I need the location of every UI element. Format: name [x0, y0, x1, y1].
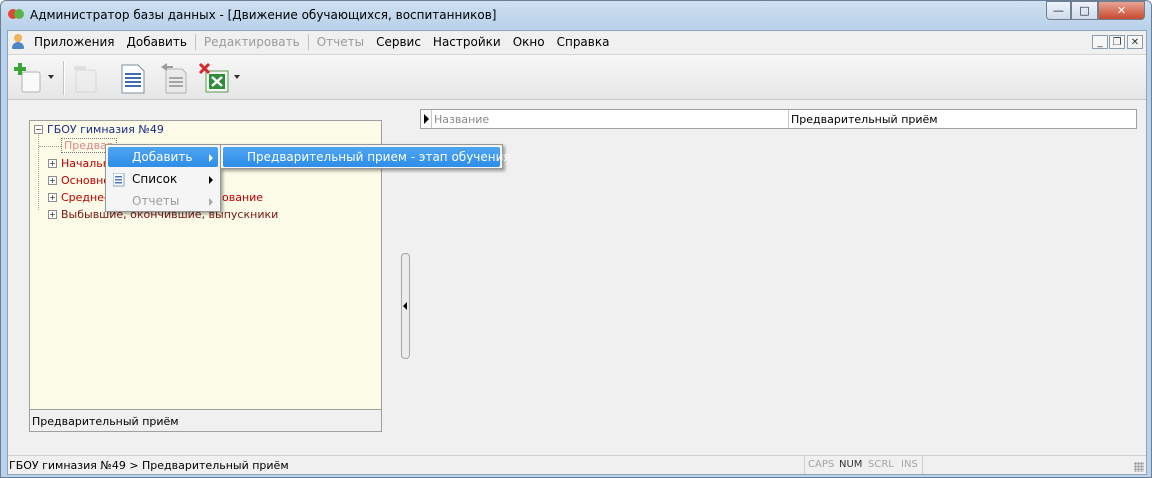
row-indicator — [421, 110, 432, 128]
mdi-restore-button[interactable]: ❐ — [1109, 35, 1125, 49]
menu-service[interactable]: Сервис — [370, 35, 427, 49]
num-indicator: NUM — [839, 459, 863, 470]
client-area: Приложения Добавить Редактировать Отчеты… — [7, 30, 1147, 475]
status-divider — [804, 456, 805, 474]
maximize-button[interactable]: □ — [1071, 1, 1098, 20]
expand-icon[interactable]: + — [48, 193, 57, 202]
property-name-cell: Название — [432, 110, 789, 128]
add-dropdown-arrow[interactable] — [48, 75, 54, 79]
menu-add[interactable]: Добавить — [121, 35, 193, 49]
menu-separator — [194, 34, 196, 50]
toolbar-separator — [63, 61, 64, 95]
ins-indicator: INS — [901, 459, 918, 470]
menu-window[interactable]: Окно — [507, 35, 551, 49]
menu-settings[interactable]: Настройки — [427, 35, 507, 49]
menu-separator — [307, 34, 309, 50]
status-divider — [922, 456, 923, 474]
import-icon — [161, 63, 187, 94]
status-path: ГБОУ гимназия №49 > Предварительный приё… — [9, 459, 289, 472]
expand-icon[interactable]: + — [48, 176, 57, 185]
toolbar — [8, 54, 1146, 100]
context-item-label: Список — [132, 172, 178, 186]
list-icon — [113, 173, 125, 187]
menu-reports[interactable]: Отчеты — [311, 35, 370, 49]
excel-dropdown-arrow[interactable] — [234, 75, 240, 79]
edit-icon — [74, 66, 97, 93]
close-button[interactable]: ✕ — [1098, 1, 1145, 20]
expand-icon[interactable]: + — [48, 210, 57, 219]
property-value-cell[interactable]: Предварительный приём — [789, 110, 1136, 128]
caps-indicator: CAPS — [808, 459, 835, 470]
user-icon — [11, 34, 25, 50]
minimize-button[interactable]: — — [1046, 1, 1071, 20]
submenu-item-preliminary-stage[interactable]: Предварительный прием - этап обучения — [223, 147, 511, 167]
app-window: Администратор базы данных - [Движение об… — [0, 0, 1152, 478]
resize-grip[interactable] — [1134, 462, 1144, 472]
list-icon — [121, 64, 145, 94]
context-item-label: Добавить — [132, 150, 193, 164]
list-button[interactable] — [116, 61, 150, 95]
tree-item-secondary[interactable]: Среднее — [61, 191, 111, 204]
splitter-handle[interactable] — [401, 253, 410, 359]
tree-root[interactable]: ГБОУ гимназия №49 — [47, 123, 164, 136]
expand-icon[interactable]: + — [48, 159, 57, 168]
context-item-add[interactable]: Добавить — [108, 147, 218, 167]
menu-applications[interactable]: Приложения — [28, 35, 121, 49]
window-title: Администратор базы данных - [Движение об… — [30, 8, 497, 22]
collapse-icon[interactable]: − — [34, 125, 43, 134]
add-button[interactable] — [12, 61, 46, 95]
submenu-arrow-icon — [209, 198, 213, 206]
context-item-reports[interactable]: Отчеты — [108, 191, 218, 211]
collapse-left-icon — [403, 302, 407, 310]
context-menu: Добавить Список Отчеты — [105, 144, 221, 212]
import-button[interactable] — [158, 61, 192, 95]
menu-edit[interactable]: Редактировать — [198, 35, 306, 49]
submenu-arrow-icon — [209, 176, 213, 184]
context-item-label: Отчеты — [132, 194, 180, 208]
context-item-list[interactable]: Список — [108, 169, 218, 189]
excel-export-icon — [198, 62, 229, 93]
properties-grid: Название Предварительный приём — [420, 109, 1137, 129]
menu-help[interactable]: Справка — [551, 35, 616, 49]
app-icon — [8, 9, 24, 21]
title-bar[interactable]: Администратор базы данных - [Движение об… — [1, 1, 1151, 29]
submenu-arrow-icon — [209, 154, 213, 162]
mdi-minimize-button[interactable]: _ — [1092, 35, 1108, 49]
tree-footer: Предварительный приём — [30, 409, 381, 431]
add-icon — [14, 63, 41, 93]
current-row-icon — [424, 114, 429, 124]
scrl-indicator: SCRL — [868, 459, 894, 470]
excel-export-button[interactable] — [198, 61, 232, 95]
edit-button[interactable] — [70, 61, 104, 95]
status-bar: ГБОУ гимназия №49 > Предварительный приё… — [8, 455, 1146, 474]
tree-line — [39, 146, 61, 147]
menu-bar: Приложения Добавить Редактировать Отчеты… — [8, 31, 1146, 53]
tree-item-secondary-tail: ование — [222, 191, 264, 204]
context-submenu: Предварительный прием - этап обучения — [220, 144, 511, 169]
mdi-close-button[interactable]: ✕ — [1127, 35, 1143, 49]
